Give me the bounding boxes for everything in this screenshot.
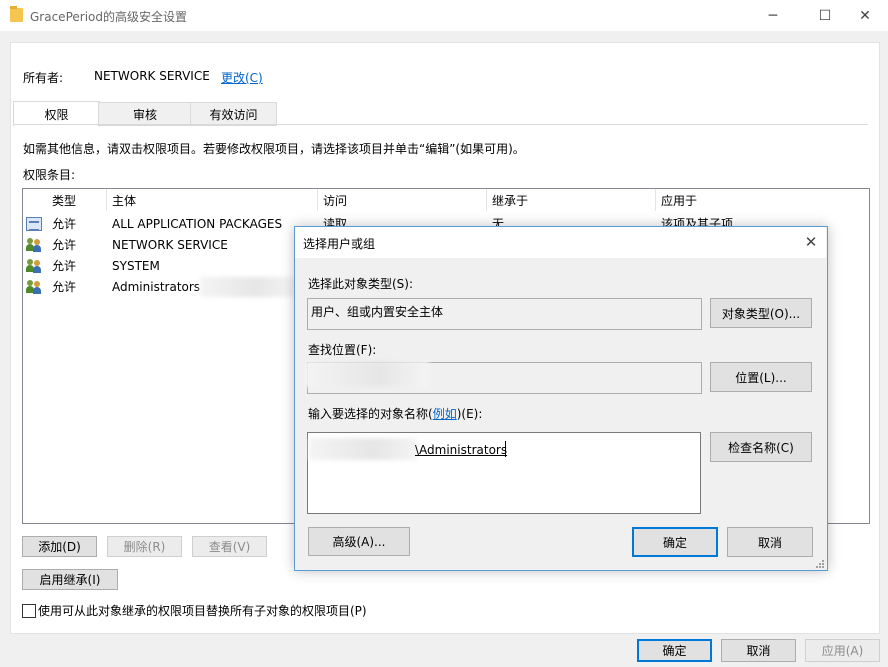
tab-divider	[13, 124, 868, 125]
row-principal: ALL APPLICATION PACKAGES	[112, 216, 283, 231]
object-names-label-suffix: )(E):	[456, 407, 483, 421]
object-type-value: 用户、组或内置安全主体	[311, 305, 444, 319]
column-header-inherited-from[interactable]: 继承于	[492, 189, 528, 211]
column-separator[interactable]	[106, 189, 107, 211]
redacted-region	[305, 361, 429, 387]
table-row[interactable]	[26, 234, 42, 255]
enable-inheritance-button[interactable]: 启用继承(I)	[22, 569, 118, 590]
row-inherited: 无	[492, 217, 505, 227]
object-type-label: 选择此对象类型(S):	[308, 277, 414, 291]
location-label: 查找位置(F):	[308, 343, 377, 357]
row-applies: 该项及其子项	[661, 217, 734, 227]
window-title: GracePeriod的高级安全设置	[30, 10, 187, 24]
row-principal: Administrators	[112, 279, 201, 294]
tab-auditing[interactable]: 审核	[98, 102, 192, 126]
object-names-label-prefix: 输入要选择的对象名称(	[308, 407, 433, 421]
tab-effective-access[interactable]: 有效访问	[190, 102, 277, 126]
row-type: 允许	[52, 259, 77, 273]
owner-value: NETWORK SERVICE	[94, 69, 210, 83]
add-button[interactable]: 添加(D)	[22, 536, 97, 557]
column-header-type[interactable]: 类型	[52, 189, 76, 211]
dialog-title: 选择用户或组	[303, 237, 376, 251]
column-header-principal[interactable]: 主体	[112, 189, 136, 211]
row-type: 允许	[52, 238, 77, 252]
object-types-button[interactable]: 对象类型(O)...	[710, 298, 812, 328]
row-access: 读取	[323, 217, 348, 227]
table-row[interactable]	[26, 276, 42, 297]
users-icon	[26, 237, 42, 252]
text-caret	[505, 441, 506, 457]
table-row[interactable]	[26, 213, 42, 234]
column-separator[interactable]	[317, 189, 318, 211]
cancel-button[interactable]: 取消	[721, 639, 796, 662]
dialog-cancel-button[interactable]: 取消	[727, 527, 813, 557]
minimize-button[interactable]: ─	[750, 0, 796, 31]
redacted-region	[309, 438, 417, 460]
row-principal: SYSTEM	[112, 258, 160, 273]
resize-grip-icon[interactable]	[815, 558, 825, 568]
row-type: 允许	[52, 280, 77, 294]
remove-button[interactable]: 删除(R)	[107, 536, 182, 557]
view-button[interactable]: 查看(V)	[192, 536, 267, 557]
column-separator[interactable]	[655, 189, 656, 211]
object-names-label: 输入要选择的对象名称(例如)(E):	[308, 405, 482, 422]
replace-child-permissions-checkbox[interactable]	[22, 604, 36, 618]
replace-child-permissions-label: 使用可从此对象继承的权限项目替换所有子对象的权限项目(P)	[38, 604, 367, 618]
row-principal: NETWORK SERVICE	[112, 237, 228, 252]
dialog-ok-button[interactable]: 确定	[632, 527, 718, 557]
row-type: 允许	[52, 217, 77, 231]
object-names-value: \Administrators	[415, 443, 508, 457]
ok-button[interactable]: 确定	[637, 639, 712, 662]
column-header-applies-to[interactable]: 应用于	[661, 189, 697, 211]
users-icon	[26, 279, 42, 294]
users-icon	[26, 258, 42, 273]
close-button[interactable]: ✕	[842, 0, 888, 31]
table-row[interactable]	[26, 255, 42, 276]
permission-entries-label: 权限条目:	[23, 168, 76, 182]
advanced-button[interactable]: 高级(A)...	[308, 527, 410, 556]
column-separator[interactable]	[486, 189, 487, 211]
examples-link[interactable]: 例如	[433, 407, 457, 421]
redacted-region	[200, 277, 294, 297]
locations-button[interactable]: 位置(L)...	[710, 362, 812, 392]
folder-icon	[10, 6, 23, 22]
dialog-close-button[interactable]: ✕	[788, 227, 834, 257]
info-text: 如需其他信息，请双击权限项目。若要修改权限项目，请选择该项目并单击“编辑”(如果…	[23, 142, 525, 156]
apply-button[interactable]: 应用(A)	[805, 639, 880, 662]
owner-label: 所有者:	[23, 71, 64, 85]
package-icon	[26, 216, 42, 231]
check-names-button[interactable]: 检查名称(C)	[710, 432, 812, 462]
change-owner-link[interactable]: 更改(C)	[221, 69, 263, 86]
column-header-access[interactable]: 访问	[323, 189, 347, 211]
